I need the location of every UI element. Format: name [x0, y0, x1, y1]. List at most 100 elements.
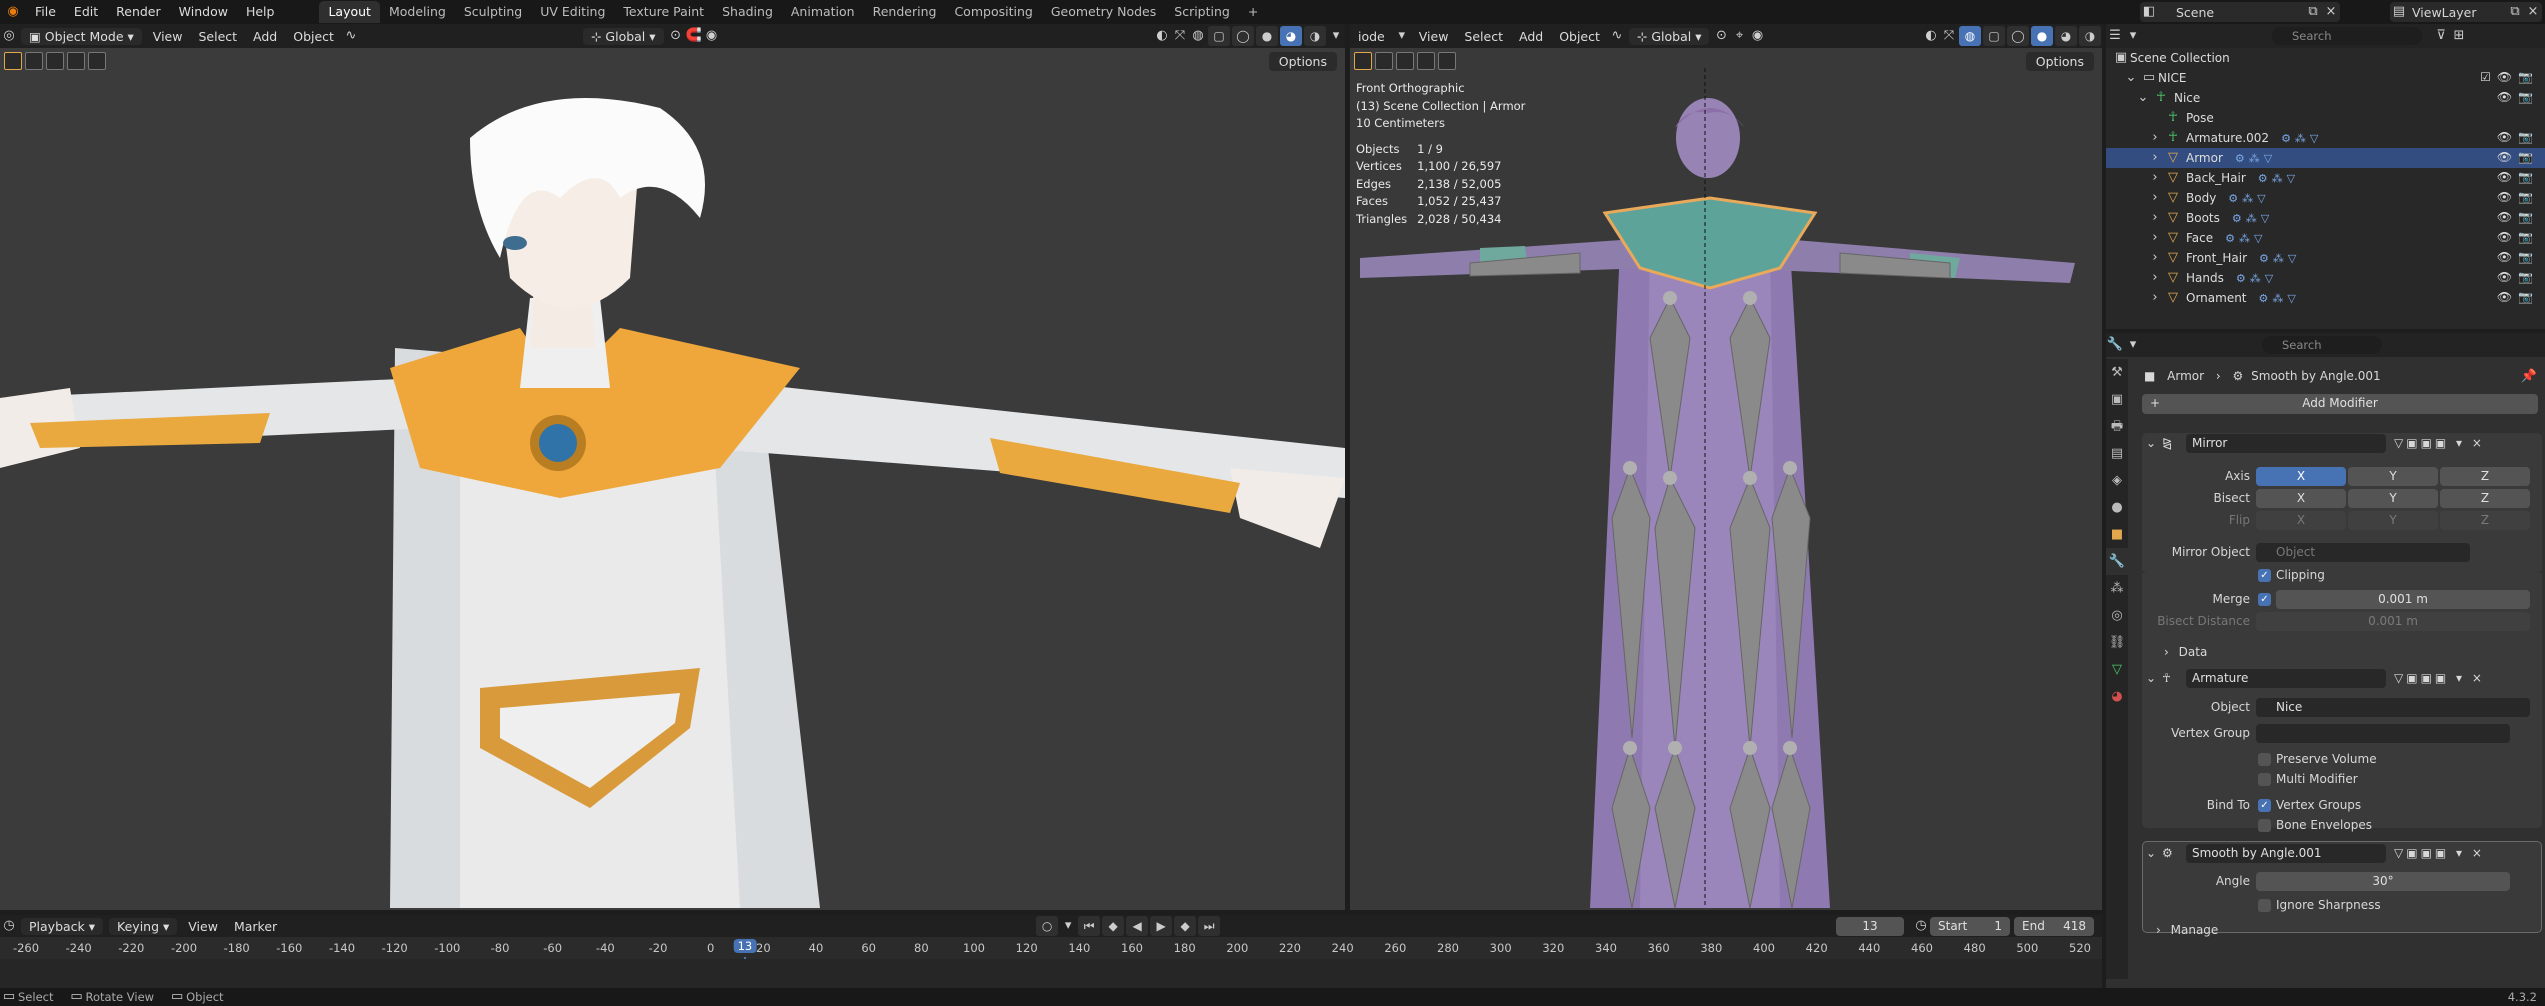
editor-type-icon[interactable]: ◷: [0, 917, 18, 935]
tab-geometry-nodes[interactable]: Geometry Nodes: [1042, 1, 1165, 23]
preserve-volume-checkbox[interactable]: [2258, 753, 2271, 766]
snap-icon[interactable]: 🧲: [685, 27, 703, 45]
bone-envelopes-checkbox[interactable]: [2258, 819, 2271, 832]
viewport-3d-right[interactable]: Options Front Orthographic (13) Scene Co…: [1350, 48, 2102, 910]
chevron-down-icon[interactable]: ▾: [1393, 27, 1411, 45]
prev-keyframe-icon[interactable]: ◆: [1102, 916, 1125, 936]
outliner-item[interactable]: ☥ Pose: [2106, 108, 2545, 128]
properties-search-input[interactable]: Search: [2262, 336, 2382, 354]
modifier-icons[interactable]: ⚙⁂▽: [2259, 252, 2300, 265]
expand-icon[interactable]: ›: [2146, 209, 2164, 227]
material-tab-icon[interactable]: ◕: [2106, 683, 2128, 710]
mirror-collapse-icon[interactable]: ⌄: [2146, 436, 2156, 450]
play-icon[interactable]: ▶: [1150, 916, 1173, 936]
current-frame-marker[interactable]: 13: [733, 939, 757, 953]
constraints-tab-icon[interactable]: ⛓: [2106, 629, 2128, 656]
outliner-item[interactable]: › ▽ Back_Hair ⚙⁂▽ 👁📷: [2106, 168, 2545, 188]
tab-rendering[interactable]: Rendering: [864, 1, 946, 23]
wireframe-shading-icon[interactable]: ◯: [2007, 26, 2029, 46]
shading-options-icon[interactable]: ▾: [1327, 27, 1345, 45]
rendered-shading-icon[interactable]: ◑: [1304, 26, 1326, 46]
outliner-item[interactable]: › ▽ Ornament ⚙⁂▽ 👁📷: [2106, 288, 2545, 308]
viewlayer-selector[interactable]: ▤ ViewLayer ⧉ ×: [2390, 2, 2542, 22]
tab-sculpting[interactable]: Sculpting: [455, 1, 531, 23]
timeline-view-menu[interactable]: View: [180, 919, 226, 934]
material-shading-icon[interactable]: ◕: [1280, 26, 1302, 46]
tab-scripting[interactable]: Scripting: [1165, 1, 1239, 23]
expand-icon[interactable]: ›: [2146, 149, 2164, 167]
armature-object-field[interactable]: Nice: [2256, 698, 2530, 717]
chevron-down-icon[interactable]: ▾: [1059, 917, 1077, 935]
modifier-icons[interactable]: ⚙⁂▽: [2258, 172, 2299, 185]
outliner-item[interactable]: › ☥ Armature.002 ⚙⁂▽ 👁📷: [2106, 128, 2545, 148]
output-tab-icon[interactable]: 🖶: [2106, 413, 2128, 440]
expand-icon[interactable]: ›: [2146, 289, 2164, 307]
copy-icon[interactable]: ⧉: [2506, 3, 2524, 21]
add-workspace-button[interactable]: +: [1239, 1, 1267, 23]
visibility-icons[interactable]: 👁📷: [2497, 210, 2539, 224]
close-icon[interactable]: ×: [2524, 3, 2542, 21]
multi-modifier-checkbox[interactable]: [2258, 773, 2271, 786]
outliner-item[interactable]: › ▽ Body ⚙⁂▽ 👁📷: [2106, 188, 2545, 208]
tab-animation[interactable]: Animation: [782, 1, 864, 23]
gizmo-icon[interactable]: ⤧: [1940, 27, 1958, 45]
smooth-header-icons[interactable]: ▽▣▣▣ ▾ ×: [2394, 846, 2485, 860]
outliner-item[interactable]: › ▽ Boots ⚙⁂▽ 👁📷: [2106, 208, 2545, 228]
editor-type-icon[interactable]: ☰: [2106, 27, 2124, 45]
next-keyframe-icon[interactable]: ◆: [1174, 916, 1197, 936]
rendered-shading-icon[interactable]: ◑: [2079, 26, 2101, 46]
overlay-icon[interactable]: ◍: [1959, 26, 1981, 46]
particles-tab-icon[interactable]: ⁂: [2106, 575, 2128, 602]
playback-menu[interactable]: Playback ▾: [21, 917, 104, 935]
visibility-icons[interactable]: 👁📷: [2497, 170, 2539, 184]
visibility-icons[interactable]: 👁📷: [2497, 290, 2539, 304]
editor-type-icon[interactable]: ◎: [0, 27, 18, 45]
modifier-icons[interactable]: ⚙⁂▽: [2235, 152, 2276, 165]
modifier-tab-icon[interactable]: 🔧: [2106, 548, 2128, 575]
visibility-icons[interactable]: 👁📷: [2497, 130, 2539, 144]
record-icon[interactable]: ○: [1036, 916, 1059, 936]
scene-selector[interactable]: ◧ Scene ⧉ ×: [2140, 2, 2340, 22]
modifier-icons[interactable]: ⚙⁂▽: [2225, 232, 2266, 245]
outliner-root[interactable]: ▣ Scene Collection: [2106, 48, 2545, 68]
menu-select-right[interactable]: Select: [1456, 29, 1511, 44]
chevron-down-icon[interactable]: ▾: [2124, 336, 2142, 354]
modifier-icons[interactable]: ⚙⁂▽: [2259, 292, 2300, 305]
outliner-item[interactable]: › ▽ Front_Hair ⚙⁂▽ 👁📷: [2106, 248, 2545, 268]
menu-view-right[interactable]: View: [1411, 29, 1457, 44]
orientation-dropdown-right[interactable]: ⊹ Global ▾: [1628, 27, 1710, 45]
solid-shading-icon[interactable]: ●: [2031, 26, 2053, 46]
jump-end-icon[interactable]: ⏭: [1198, 916, 1221, 936]
expand-icon[interactable]: ›: [2146, 249, 2164, 267]
modifier-icons[interactable]: ⚙⁂▽: [2281, 132, 2322, 145]
overlay-icon[interactable]: ◍: [1189, 27, 1207, 45]
menu-render[interactable]: Render: [107, 0, 170, 24]
add-modifier-button[interactable]: + Add Modifier: [2142, 394, 2538, 414]
tab-uv-editing[interactable]: UV Editing: [531, 1, 614, 23]
start-frame-field[interactable]: Start 1: [1930, 916, 2010, 936]
axis-z-toggle[interactable]: Z: [2440, 467, 2530, 486]
collapse-icon[interactable]: ⌄: [2134, 89, 2152, 107]
expand-icon[interactable]: ›: [2146, 269, 2164, 287]
mirror-name-field[interactable]: Mirror: [2186, 434, 2386, 453]
ignore-sharpness-checkbox[interactable]: [2258, 899, 2271, 912]
vertex-group-field[interactable]: [2256, 724, 2510, 743]
menu-edit[interactable]: Edit: [65, 0, 107, 24]
outliner-item[interactable]: › ▽ Face ⚙⁂▽ 👁📷: [2106, 228, 2545, 248]
outliner-item[interactable]: › ▽ Hands ⚙⁂▽ 👁📷: [2106, 268, 2545, 288]
xray-icon[interactable]: ▢: [1208, 26, 1230, 46]
close-icon[interactable]: ×: [2322, 3, 2340, 21]
tab-shading[interactable]: Shading: [713, 1, 782, 23]
smooth-collapse-icon[interactable]: ⌄: [2146, 846, 2156, 860]
menu-select[interactable]: Select: [190, 29, 245, 44]
modifier-icons[interactable]: ⚙⁂▽: [2232, 212, 2273, 225]
menu-add[interactable]: Add: [245, 29, 285, 44]
current-frame-field[interactable]: 13: [1836, 916, 1904, 936]
material-shading-icon[interactable]: ◕: [2055, 26, 2077, 46]
visibility-icons[interactable]: 👁📷: [2497, 270, 2539, 284]
flip-y-toggle[interactable]: Y: [2348, 511, 2438, 530]
xray-icon[interactable]: ▢: [1983, 26, 2005, 46]
outliner-item[interactable]: ⌄ ☥ Nice 👁📷: [2106, 88, 2545, 108]
grease-pencil-icon[interactable]: ∿: [1608, 27, 1626, 45]
expand-icon[interactable]: ›: [2146, 169, 2164, 187]
